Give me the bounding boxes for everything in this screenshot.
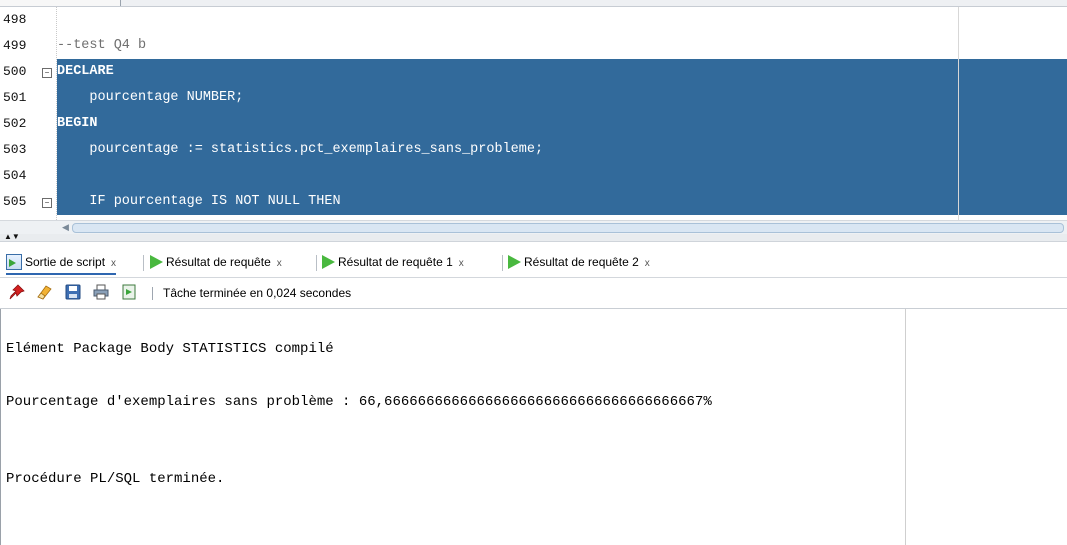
code-line[interactable]	[57, 7, 1067, 33]
code-text: pourcentage := statistics.pct_exemplaire…	[57, 142, 544, 157]
output-line: Procédure PL/SQL terminée.	[6, 471, 225, 487]
task-status: Tâche terminée en 0,024 secondes	[163, 286, 352, 300]
line-number: 504	[3, 168, 27, 183]
line-number: 499	[3, 38, 27, 53]
top-tab-strip	[0, 0, 1067, 7]
code-text: DECLARE	[57, 64, 114, 79]
line-number: 503	[3, 142, 27, 157]
fold-toggle-icon[interactable]: −	[42, 198, 52, 208]
eraser-icon[interactable]	[36, 283, 54, 301]
tab-divider	[143, 255, 144, 271]
tab-query-result[interactable]: Résultat de requête x	[150, 251, 282, 273]
code-text: BEGIN	[57, 116, 98, 131]
code-line-selected[interactable]: DECLARE	[57, 59, 1067, 85]
scrollbar-thumb[interactable]	[72, 223, 1064, 233]
print-icon[interactable]	[92, 283, 110, 301]
sql-editor[interactable]: 498 499 500 − 501 502 503 504 505 − --te…	[0, 7, 1067, 220]
worksheet-tab-stub[interactable]	[0, 0, 121, 6]
code-line[interactable]: --test Q4 b	[57, 33, 1067, 59]
line-number: 500	[3, 64, 27, 79]
close-tab-icon[interactable]: x	[277, 258, 282, 269]
tab-divider	[316, 255, 317, 271]
code-comment: --test Q4 b	[57, 38, 147, 53]
right-margin-guide	[958, 7, 959, 220]
editor-horizontal-scrollbar[interactable]: ◀	[0, 220, 1067, 234]
tab-query-result-2[interactable]: Résultat de requête 2 x	[508, 251, 650, 273]
close-tab-icon[interactable]: x	[111, 258, 116, 269]
script-output-icon	[6, 253, 22, 270]
close-tab-icon[interactable]: x	[459, 258, 464, 269]
tab-divider	[502, 255, 503, 271]
tab-query-result-1[interactable]: Résultat de requête 1 x	[322, 251, 464, 273]
line-number: 501	[3, 90, 27, 105]
save-icon[interactable]	[64, 283, 82, 301]
code-area[interactable]: --test Q4 b DECLARE pourcentage NUMBER; …	[57, 7, 1067, 220]
script-output-pane[interactable]: Elément Package Body STATISTICS compilé …	[0, 309, 1067, 545]
output-tab-bar: Sortie de script x Résultat de requête x R…	[0, 242, 1067, 278]
scroll-left-icon[interactable]: ◀	[62, 221, 69, 234]
code-line-selected[interactable]: IF pourcentage IS NOT NULL THEN	[57, 189, 1067, 215]
code-text: pourcentage NUMBER;	[57, 90, 244, 105]
code-line-selected[interactable]: pourcentage NUMBER;	[57, 85, 1067, 111]
output-line: Pourcentage d'exemplaires sans problème …	[6, 394, 712, 410]
tab-script-output[interactable]: Sortie de script x	[6, 251, 117, 275]
pin-icon[interactable]	[8, 283, 26, 301]
line-number-gutter: 498 499 500 − 501 502 503 504 505 −	[0, 7, 57, 220]
toolbar-divider	[152, 287, 153, 300]
tab-label: Résultat de requête 1	[338, 255, 453, 269]
fold-toggle-icon[interactable]: −	[42, 68, 52, 78]
close-tab-icon[interactable]: x	[645, 258, 650, 269]
output-margin-guide	[905, 309, 906, 545]
line-number: 502	[3, 116, 27, 131]
code-line-selected[interactable]	[57, 163, 1067, 189]
run-icon	[322, 254, 335, 269]
code-line-selected[interactable]: BEGIN	[57, 111, 1067, 137]
panel-splitter[interactable]: ▲▼	[0, 233, 1067, 242]
tab-label: Résultat de requête 2	[524, 255, 639, 269]
code-text: IF pourcentage IS NOT NULL THEN	[57, 194, 341, 209]
output-toolbar: Tâche terminée en 0,024 secondes	[0, 278, 1067, 309]
output-line: Elément Package Body STATISTICS compilé	[6, 341, 334, 357]
open-file-icon[interactable]	[120, 283, 138, 301]
run-icon	[150, 254, 163, 269]
tab-label: Sortie de script	[25, 255, 106, 269]
tab-label: Résultat de requête	[166, 255, 271, 269]
splitter-arrows-icon[interactable]: ▲▼	[4, 233, 20, 241]
run-icon	[508, 254, 521, 269]
line-number: 498	[3, 12, 27, 27]
code-line-selected[interactable]: pourcentage := statistics.pct_exemplaire…	[57, 137, 1067, 163]
line-number: 505	[3, 194, 27, 209]
